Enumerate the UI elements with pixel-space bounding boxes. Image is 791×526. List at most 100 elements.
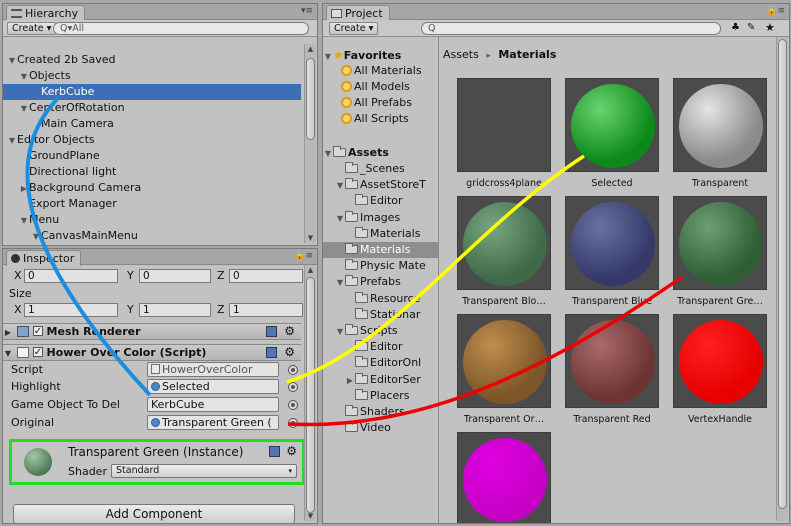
expand-arrow-icon[interactable]: ▼ <box>7 53 17 69</box>
asset-folder-item[interactable]: Physic Mate <box>323 258 438 274</box>
material-label[interactable]: Transparent <box>664 178 775 189</box>
project-search-input[interactable]: Q <box>421 22 721 35</box>
asset-folder-item[interactable]: Video <box>323 420 438 436</box>
project-tab[interactable]: Project <box>326 5 390 21</box>
inspector-scrollbar[interactable]: ▲ ▼ <box>304 265 316 521</box>
hierarchy-item[interactable]: ▼ Created 2b Saved <box>3 52 301 68</box>
object-picker-icon[interactable] <box>288 365 298 375</box>
object-picker-icon[interactable] <box>288 382 298 392</box>
object-picker-icon[interactable] <box>288 418 298 428</box>
favorite-item[interactable]: All Prefabs <box>323 95 438 111</box>
pos-z-field[interactable]: 0 <box>229 269 303 283</box>
expand-arrow-icon[interactable]: ▼ <box>335 324 345 340</box>
material-thumbnail[interactable] <box>673 78 767 172</box>
expand-arrow-icon[interactable]: ▼ <box>7 133 17 149</box>
script-field[interactable]: HowerOverColor <box>147 362 279 377</box>
hierarchy-item[interactable]: ▼ CenterOfRotation <box>3 100 301 116</box>
expand-arrow-icon[interactable]: ▼ <box>323 146 333 162</box>
asset-folder-item[interactable]: Shaders <box>323 404 438 420</box>
gear-icon[interactable]: ⚙ <box>284 324 295 339</box>
favorite-item[interactable]: All Materials <box>323 63 438 79</box>
script-enabled-checkbox[interactable] <box>32 345 43 360</box>
hierarchy-item[interactable]: GroundPlane <box>3 148 301 164</box>
help-book-icon[interactable] <box>266 347 277 358</box>
hierarchy-item[interactable]: ▼ CanvasMainMenu <box>3 228 301 244</box>
scroll-up-arrow[interactable]: ▲ <box>305 45 316 53</box>
asset-folder-item[interactable]: ▼ AssetStoreT <box>323 177 438 193</box>
gear-icon[interactable]: ⚙ <box>284 345 295 360</box>
expand-arrow-icon[interactable]: ▼ <box>335 211 345 227</box>
material-label[interactable]: Transparent Or… <box>448 414 560 425</box>
hierarchy-item[interactable]: ▶ Background Camera <box>3 180 301 196</box>
hierarchy-create-button[interactable]: Create ▾ <box>7 22 57 35</box>
expand-arrow-icon[interactable]: ▶ <box>19 181 29 197</box>
mesh-renderer-enabled-checkbox[interactable] <box>32 324 43 339</box>
game-object-field[interactable]: KerbCube <box>147 397 279 412</box>
hierarchy-search-input[interactable]: Q▾All <box>53 22 309 35</box>
hierarchy-item[interactable]: ▼ Objects <box>3 68 301 84</box>
material-label[interactable]: Transparent Blue <box>556 296 668 307</box>
material-thumbnail[interactable] <box>565 196 659 290</box>
assets-header[interactable]: ▼ Assets <box>323 145 438 161</box>
scroll-thumb[interactable] <box>306 58 315 140</box>
hierarchy-scrollbar[interactable]: ▲ ▼ <box>304 44 316 243</box>
hierarchy-item[interactable]: Main Camera <box>3 116 301 132</box>
material-label[interactable]: VertexHandle <box>664 414 775 425</box>
scroll-up-arrow[interactable]: ▲ <box>305 266 316 274</box>
expand-arrow-icon[interactable]: ▼ <box>19 213 29 229</box>
project-create-button[interactable]: Create ▾ <box>329 22 379 35</box>
hierarchy-item[interactable]: ▼ Menu <box>3 212 301 228</box>
scroll-thumb[interactable] <box>306 277 315 513</box>
favorite-star-icon[interactable]: ★ <box>765 21 775 34</box>
inspector-tab[interactable]: Inspector <box>6 250 82 266</box>
asset-folder-item[interactable]: Stationar <box>323 307 438 323</box>
mesh-renderer-header[interactable]: ▶ Mesh Renderer ⚙ <box>3 323 301 340</box>
expand-arrow-icon[interactable]: ▼ <box>19 69 29 85</box>
asset-folder-item[interactable]: Editor <box>323 193 438 209</box>
search-by-label-icon[interactable]: ✎ <box>747 22 755 33</box>
object-picker-icon[interactable] <box>288 400 298 410</box>
size-y-field[interactable]: 1 <box>139 303 211 317</box>
material-thumbnail[interactable] <box>673 314 767 408</box>
asset-folder-item[interactable]: ▼ Prefabs <box>323 274 438 290</box>
help-book-icon[interactable] <box>269 446 280 457</box>
asset-folder-item[interactable]: ▼ Scripts <box>323 323 438 339</box>
collapse-arrow-icon[interactable]: ▶ <box>3 325 13 340</box>
material-label[interactable]: Transparent Red <box>556 414 668 425</box>
expand-arrow-icon[interactable]: ▼ <box>335 275 345 291</box>
breadcrumb-materials[interactable]: Materials <box>498 48 556 61</box>
material-thumbnail[interactable] <box>565 314 659 408</box>
add-component-button[interactable]: Add Component <box>13 504 295 523</box>
hierarchy-tab[interactable]: Hierarchy <box>6 5 86 21</box>
asset-folder-item[interactable]: Editor <box>323 339 438 355</box>
pos-x-field[interactable]: 0 <box>24 269 118 283</box>
lock-icon[interactable]: 🔒≡ <box>294 251 313 261</box>
size-x-field[interactable]: 1 <box>24 303 118 317</box>
panel-menu-icon[interactable]: ▾≡ <box>301 6 313 16</box>
expand-arrow-icon[interactable]: ▼ <box>335 178 345 194</box>
favorite-item[interactable]: All Scripts <box>323 111 438 127</box>
material-thumbnail[interactable] <box>457 196 551 290</box>
material-thumbnail[interactable] <box>565 78 659 172</box>
lock-icon[interactable]: 🔒≡ <box>766 6 785 16</box>
asset-folder-item[interactable]: ▶ EditorSer <box>323 372 438 388</box>
script-component-header[interactable]: ▼ Hower Over Color (Script) ⚙ <box>3 344 301 361</box>
expand-arrow-icon[interactable]: ▼ <box>19 101 29 117</box>
hierarchy-item[interactable]: Export Manager <box>3 196 301 212</box>
asset-folder-item[interactable]: Resource <box>323 291 438 307</box>
favorite-item[interactable]: All Models <box>323 79 438 95</box>
expand-arrow-icon[interactable]: ▼ <box>31 229 41 245</box>
hierarchy-item[interactable]: ▼ Editor Objects <box>3 132 301 148</box>
search-by-type-icon[interactable]: ♣ <box>731 22 740 33</box>
project-scrollbar[interactable] <box>776 37 788 521</box>
scroll-down-arrow[interactable]: ▼ <box>305 512 316 520</box>
asset-folder-item[interactable]: Materials <box>323 242 438 258</box>
hierarchy-item[interactable]: Directional light <box>3 164 301 180</box>
scroll-thumb[interactable] <box>778 39 787 509</box>
asset-folder-item[interactable]: Materials <box>323 226 438 242</box>
material-thumbnail[interactable] <box>457 432 551 523</box>
help-book-icon[interactable] <box>266 326 277 337</box>
breadcrumb-assets[interactable]: Assets <box>443 48 479 61</box>
original-field[interactable]: Transparent Green ( <box>147 415 279 430</box>
favorites-header[interactable]: ▼ ★Favorites <box>323 47 438 63</box>
